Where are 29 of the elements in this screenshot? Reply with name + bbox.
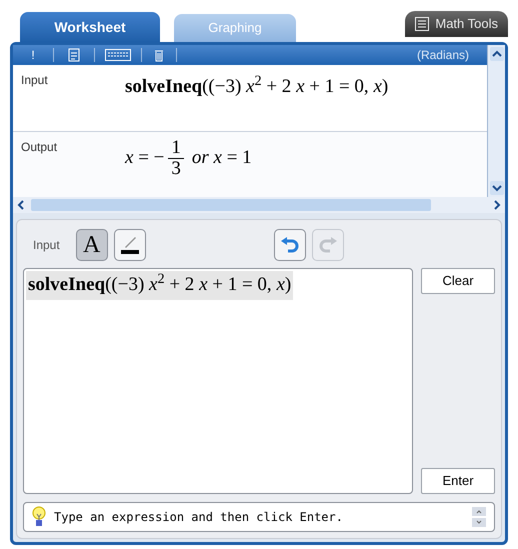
pen-icon [118, 234, 141, 256]
angle-mode-label: (Radians) [416, 47, 469, 64]
font-button[interactable]: A [76, 229, 108, 261]
expression-text: solveIneq((−3) x$^{2}$ + 2 x + 1 = 0, x) [26, 271, 294, 300]
horizontal-scrollbar[interactable] [13, 197, 505, 213]
input-expression: solveIneq((−3) x$^{2}$ + 2 x + 1 = 0, x) [125, 72, 388, 99]
undo-icon [280, 236, 300, 254]
pen-button[interactable] [114, 229, 146, 261]
output-label: Output [20, 138, 58, 156]
expression-input-field[interactable]: solveIneq((−3) x$^{2}$ + 2 x + 1 = 0, x) [23, 268, 413, 494]
clear-button[interactable]: Clear [421, 268, 495, 294]
list-icon [415, 17, 430, 31]
evaluate-numeric-button[interactable]: ! [13, 46, 53, 64]
scroll-down-icon[interactable] [490, 181, 504, 195]
input-label: Input [20, 72, 49, 89]
notes-icon[interactable] [68, 48, 80, 62]
scroll-up-icon[interactable] [490, 47, 504, 61]
input-label: Input [33, 237, 60, 254]
enter-button[interactable]: Enter [421, 468, 495, 494]
redo-icon [318, 236, 338, 254]
hint-text: Type an expression and then click Enter. [54, 509, 344, 526]
math-tools-button[interactable]: Math Tools [405, 11, 508, 37]
tab[interactable]: Worksheet [20, 12, 160, 42]
undo-button[interactable] [274, 229, 306, 261]
lightbulb-icon [32, 506, 46, 528]
spin-icon[interactable] [472, 507, 486, 527]
keyboard-icon[interactable] [105, 49, 131, 61]
trash-icon[interactable] [154, 48, 164, 62]
vertical-scrollbar[interactable] [488, 45, 505, 197]
